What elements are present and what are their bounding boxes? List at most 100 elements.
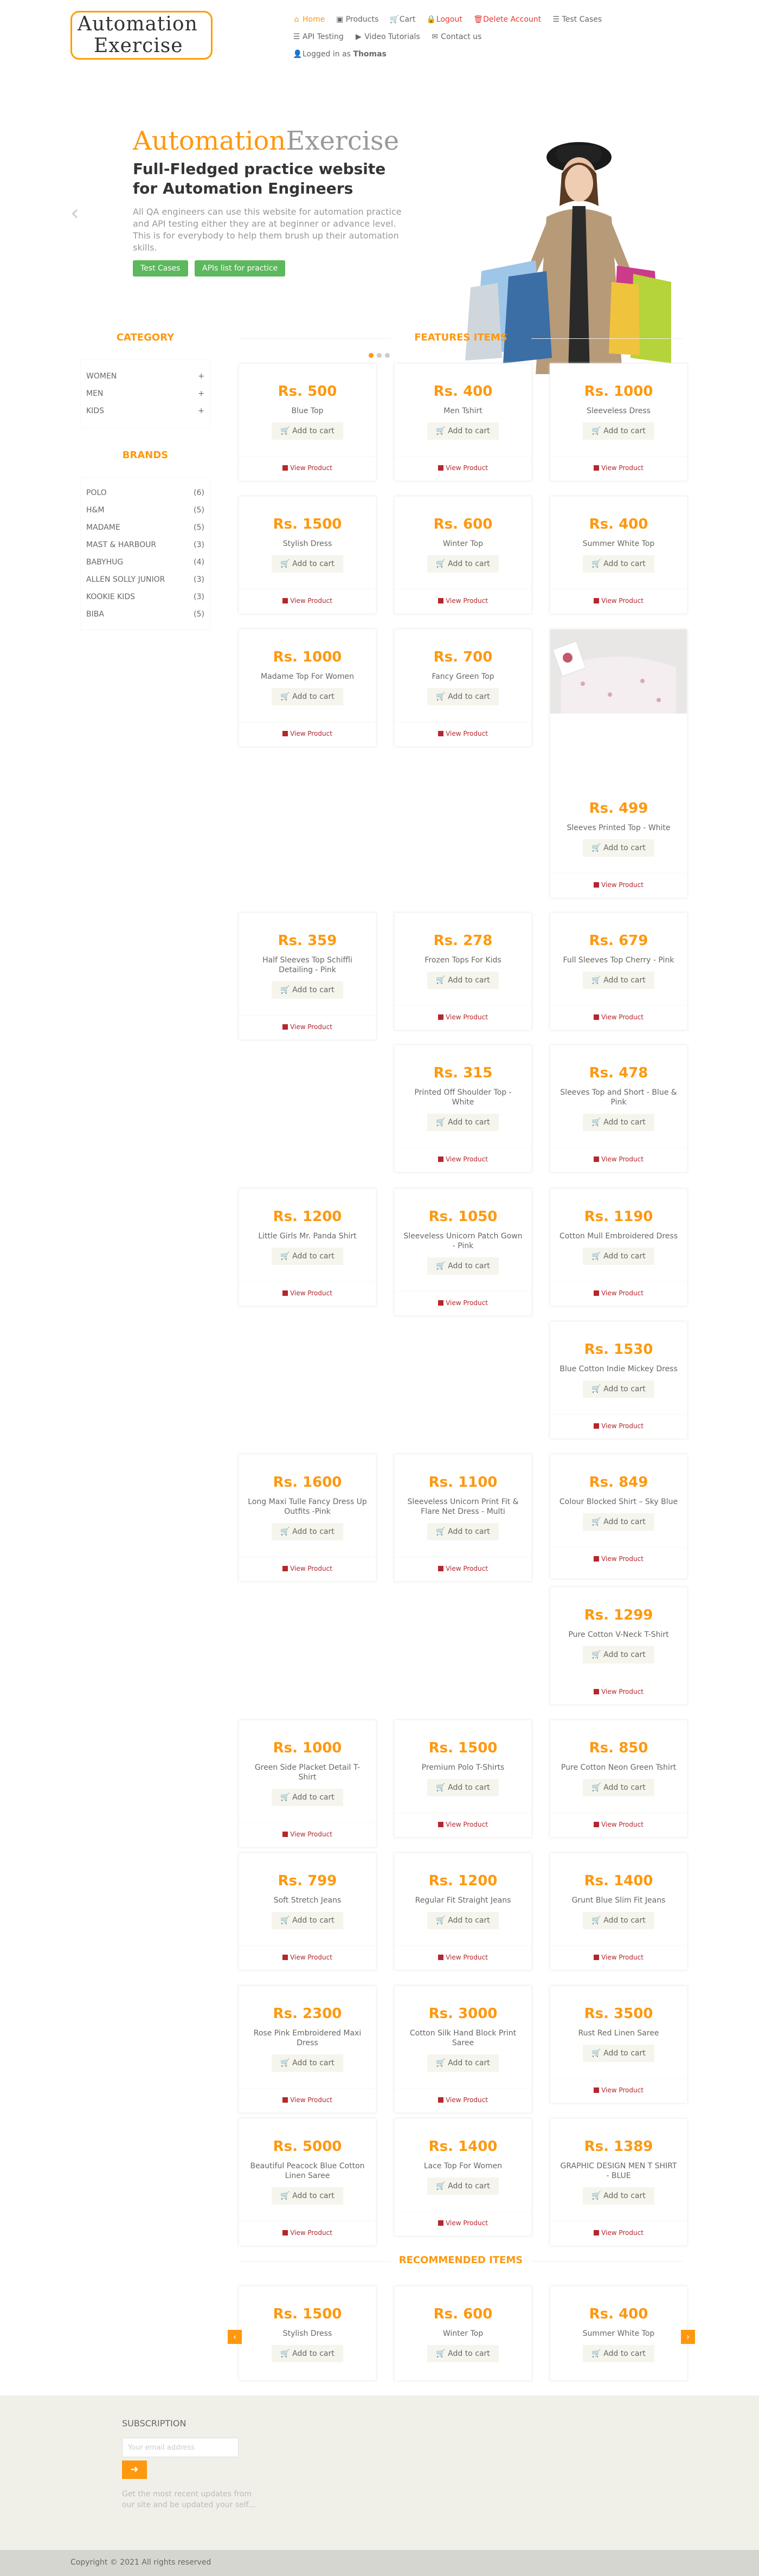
subscription-email-input[interactable]: Your email address <box>122 2438 239 2457</box>
nav-contact-us[interactable]: ✉ Contact us <box>431 33 481 41</box>
nav-cart[interactable]: 🛒Cart <box>390 15 416 24</box>
add-to-cart-button[interactable]: 🛒 Add to cart <box>272 688 343 705</box>
add-to-cart-button[interactable]: 🛒 Add to cart <box>583 1912 654 1929</box>
view-product-link[interactable]: View Product <box>239 1015 376 1039</box>
add-to-cart-button[interactable]: 🛒 Add to cart <box>272 1912 343 1929</box>
view-product-link[interactable]: View Product <box>550 456 687 480</box>
add-to-cart-button[interactable]: 🛒 Add to cart <box>427 2054 499 2072</box>
brand-item[interactable]: BABYHUG (4) <box>86 554 204 571</box>
add-to-cart-button[interactable]: 🛒 Add to cart <box>272 1248 343 1265</box>
category-kids[interactable]: KIDS + <box>86 402 204 420</box>
nav-products[interactable]: ▣ Products <box>336 15 378 24</box>
slider-prev-arrow[interactable]: ‹ <box>70 201 79 226</box>
brand-item[interactable]: KOOKIE KIDS (3) <box>86 588 204 606</box>
view-product-link[interactable]: View Product <box>550 1281 687 1306</box>
add-to-cart-button[interactable]: 🛒 Add to cart <box>427 1912 499 1929</box>
nav-api-testing[interactable]: ☰ API Testing <box>293 33 344 41</box>
view-product-link[interactable]: View Product <box>550 1945 687 1970</box>
brand-item[interactable]: ALLEN SOLLY JUNIOR (3) <box>86 571 204 588</box>
nav-video-tutorials[interactable]: ▶ Video Tutorials <box>355 33 420 41</box>
add-to-cart-button[interactable]: 🛒 Add to cart <box>272 2345 343 2362</box>
view-product-link[interactable]: View Product <box>550 1414 687 1438</box>
subscribe-button[interactable]: ➜ <box>122 2461 147 2479</box>
add-to-cart-button[interactable]: 🛒 Add to cart <box>427 422 499 440</box>
view-product-link[interactable]: View Product <box>239 722 376 746</box>
add-to-cart-button[interactable]: 🛒 Add to cart <box>272 555 343 573</box>
slider-dot[interactable] <box>377 353 382 358</box>
view-product-link[interactable]: View Product <box>395 1291 531 1315</box>
add-to-cart-button[interactable]: 🛒 Add to cart <box>583 1114 654 1131</box>
add-to-cart-button[interactable]: 🛒 Add to cart <box>583 1646 654 1663</box>
add-to-cart-button[interactable]: 🛒 Add to cart <box>427 1114 499 1131</box>
view-product-link[interactable]: View Product <box>550 873 687 897</box>
add-to-cart-button[interactable]: 🛒 Add to cart <box>272 422 343 440</box>
brand-item[interactable]: BIBA (5) <box>86 606 204 623</box>
view-product-link[interactable]: View Product <box>395 1945 531 1970</box>
brand-item[interactable]: H&M (5) <box>86 502 204 519</box>
view-product-link[interactable]: View Product <box>550 2078 687 2103</box>
view-product-link[interactable]: View Product <box>395 1813 531 1837</box>
add-to-cart-button[interactable]: 🛒 Add to cart <box>272 2187 343 2205</box>
site-logo[interactable]: Automation Exercise <box>70 11 213 60</box>
view-product-link[interactable]: View Product <box>550 2221 687 2245</box>
add-to-cart-button[interactable]: 🛒 Add to cart <box>427 2177 499 2195</box>
add-to-cart-button[interactable]: 🛒 Add to cart <box>583 1513 654 1531</box>
add-to-cart-button[interactable]: 🛒 Add to cart <box>583 1248 654 1265</box>
add-to-cart-button[interactable]: 🛒 Add to cart <box>427 1523 499 1540</box>
add-to-cart-button[interactable]: 🛒 Add to cart <box>583 2187 654 2205</box>
add-to-cart-button[interactable]: 🛒 Add to cart <box>427 2345 499 2362</box>
apis-list-button[interactable]: APIs list for practice <box>195 260 286 277</box>
view-product-link[interactable]: View Product <box>395 722 531 746</box>
add-to-cart-button[interactable]: 🛒 Add to cart <box>427 1779 499 1796</box>
category-men[interactable]: MEN + <box>86 385 204 402</box>
nav-home[interactable]: ⌂ Home <box>293 15 325 24</box>
view-product-link[interactable]: View Product <box>550 1147 687 1172</box>
view-product-link[interactable]: View Product <box>395 1147 531 1172</box>
add-to-cart-button[interactable]: 🛒 Add to cart <box>427 555 499 573</box>
view-product-link[interactable]: View Product <box>395 456 531 480</box>
slider-dot[interactable] <box>369 353 374 358</box>
brand-item[interactable]: POLO (6) <box>86 484 204 502</box>
add-to-cart-button[interactable]: 🛒 Add to cart <box>272 981 343 999</box>
add-to-cart-button[interactable]: 🛒 Add to cart <box>583 972 654 989</box>
brand-item[interactable]: MAST & HARBOUR (3) <box>86 536 204 554</box>
view-product-link[interactable]: View Product <box>550 1005 687 1030</box>
brand-item[interactable]: MADAME (5) <box>86 519 204 536</box>
test-cases-button[interactable]: Test Cases <box>133 260 188 277</box>
view-product-link[interactable]: View Product <box>239 2088 376 2112</box>
nav-test-cases[interactable]: ☰ Test Cases <box>552 15 602 24</box>
view-product-link[interactable]: View Product <box>395 1557 531 1581</box>
slider-dot[interactable] <box>385 353 390 358</box>
add-to-cart-button[interactable]: 🛒 Add to cart <box>272 2054 343 2072</box>
view-product-link[interactable]: View Product <box>239 2221 376 2245</box>
add-to-cart-button[interactable]: 🛒 Add to cart <box>583 422 654 440</box>
view-product-link[interactable]: View Product <box>395 2088 531 2112</box>
view-product-link[interactable]: View Product <box>550 1813 687 1837</box>
recommended-prev-arrow[interactable]: ‹ <box>228 2330 242 2344</box>
category-women[interactable]: WOMEN + <box>86 368 204 385</box>
recommended-next-arrow[interactable]: › <box>681 2330 695 2344</box>
add-to-cart-button[interactable]: 🛒 Add to cart <box>427 972 499 989</box>
add-to-cart-button[interactable]: 🛒 Add to cart <box>583 555 654 573</box>
add-to-cart-button[interactable]: 🛒 Add to cart <box>272 1523 343 1540</box>
nav-delete-account[interactable]: 🗑Delete Account <box>473 15 541 24</box>
add-to-cart-button[interactable]: 🛒 Add to cart <box>427 1257 499 1275</box>
view-product-link[interactable]: View Product <box>395 589 531 613</box>
add-to-cart-button[interactable]: 🛒 Add to cart <box>583 2345 654 2362</box>
view-product-link[interactable]: View Product <box>550 1680 687 1704</box>
add-to-cart-button[interactable]: 🛒 Add to cart <box>427 688 499 705</box>
view-product-link[interactable]: View Product <box>239 589 376 613</box>
add-to-cart-button[interactable]: 🛒 Add to cart <box>583 839 654 857</box>
view-product-link[interactable]: View Product <box>550 1547 687 1571</box>
add-to-cart-button[interactable]: 🛒 Add to cart <box>583 2045 654 2062</box>
view-product-link[interactable]: View Product <box>395 2211 531 2235</box>
view-product-link[interactable]: View Product <box>550 589 687 613</box>
view-product-link[interactable]: View Product <box>395 1005 531 1030</box>
nav-logout[interactable]: 🔒Logout <box>427 15 462 24</box>
add-to-cart-button[interactable]: 🛒 Add to cart <box>583 1380 654 1398</box>
view-product-link[interactable]: View Product <box>239 1281 376 1306</box>
view-product-link[interactable]: View Product <box>239 1557 376 1581</box>
add-to-cart-button[interactable]: 🛒 Add to cart <box>583 1779 654 1796</box>
add-to-cart-button[interactable]: 🛒 Add to cart <box>272 1789 343 1806</box>
view-product-link[interactable]: View Product <box>239 456 376 480</box>
